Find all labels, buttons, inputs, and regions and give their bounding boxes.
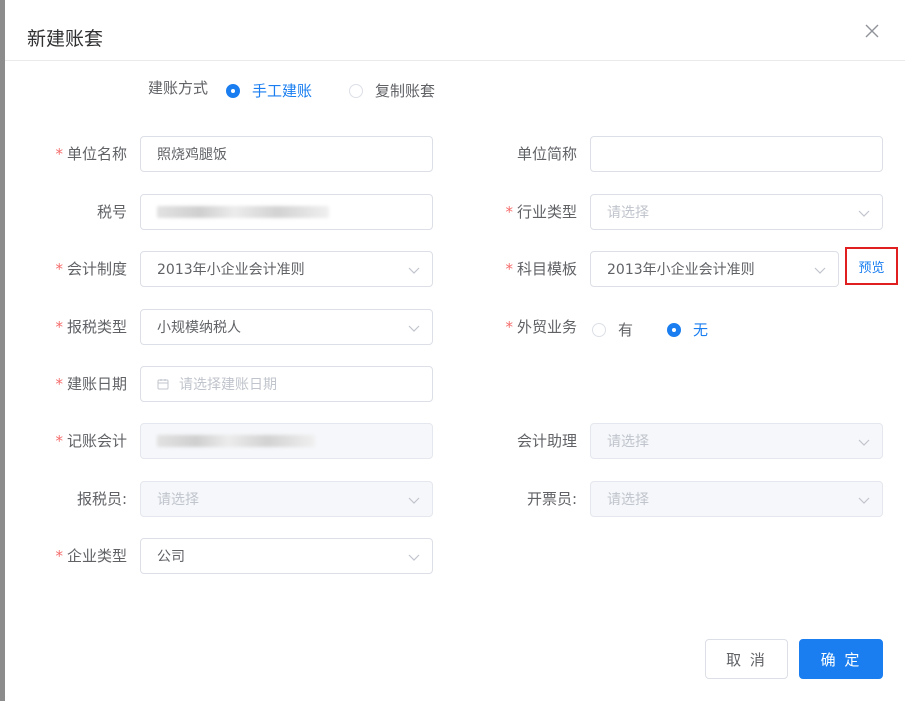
confirm-button[interactable]: 确 定 (799, 639, 883, 679)
company-type-select[interactable]: 公司 (140, 538, 433, 574)
new-account-set-dialog: 新建账套 建账方式 手工建账 复制账套 * 单位名称 照烧鸡腿饭 单位简称 税号 … (5, 0, 905, 701)
chevron-down-icon (858, 497, 870, 504)
accounting-system-label: * 会计制度 (55, 260, 127, 278)
assistant-label: 会计助理 (516, 432, 577, 450)
preview-link[interactable]: 预览 (845, 247, 898, 285)
setup-date-picker[interactable]: 请选择建账日期 (140, 366, 433, 402)
unit-abbr-input[interactable] (590, 136, 883, 172)
dialog-title: 新建账套 (27, 28, 104, 50)
assistant-select[interactable]: 请选择 (590, 423, 883, 459)
setup-date-label: * 建账日期 (55, 375, 127, 393)
setup-method-label: 建账方式 (147, 79, 208, 97)
radio-circle (349, 83, 363, 98)
subject-template-select[interactable]: 2013年小企业会计准则 (590, 251, 839, 287)
tax-filer-select[interactable]: 请选择 (140, 481, 433, 517)
cancel-button[interactable]: 取 消 (705, 639, 788, 679)
tax-no-label: 税号 (96, 203, 127, 221)
industry-select[interactable]: 请选择 (590, 194, 883, 230)
chevron-down-icon (408, 554, 420, 561)
redacted-value (157, 206, 329, 218)
bookkeeper-label: * 记账会计 (55, 432, 127, 450)
chevron-down-icon (408, 267, 420, 274)
chevron-down-icon (858, 210, 870, 217)
radio-foreign-trade-yes[interactable]: 有 (592, 319, 633, 340)
close-icon[interactable] (863, 22, 881, 40)
calendar-icon (157, 379, 169, 390)
unit-name-label: * 单位名称 (55, 145, 127, 163)
bookkeeper-select[interactable] (140, 423, 433, 459)
invoicer-label: 开票员: (526, 490, 577, 508)
company-type-label: * 企业类型 (55, 547, 127, 565)
foreign-trade-label: * 外贸业务 (505, 318, 577, 336)
subject-template-label: * 科目模板 (505, 260, 577, 278)
accounting-system-select[interactable]: 2013年小企业会计准则 (140, 251, 433, 287)
tax-no-input[interactable] (140, 194, 433, 230)
chevron-down-icon (814, 267, 826, 274)
radio-circle (226, 83, 240, 98)
tax-type-select[interactable]: 小规模纳税人 (140, 309, 433, 345)
radio-foreign-trade-no[interactable]: 无 (667, 319, 708, 340)
radio-manual-setup[interactable]: 手工建账 (226, 80, 312, 101)
header-divider (5, 60, 905, 61)
radio-circle (667, 322, 681, 337)
chevron-down-icon (408, 325, 420, 332)
radio-circle (592, 322, 606, 337)
chevron-down-icon (408, 497, 420, 504)
redacted-value (157, 435, 315, 447)
industry-label: * 行业类型 (505, 203, 577, 221)
tax-type-label: * 报税类型 (55, 318, 127, 336)
tax-filer-label: 报税员: (76, 490, 127, 508)
radio-copy-set[interactable]: 复制账套 (349, 80, 435, 101)
invoicer-select[interactable]: 请选择 (590, 481, 883, 517)
unit-name-input[interactable]: 照烧鸡腿饭 (140, 136, 433, 172)
chevron-down-icon (858, 439, 870, 446)
unit-abbr-label: 单位简称 (516, 145, 577, 163)
